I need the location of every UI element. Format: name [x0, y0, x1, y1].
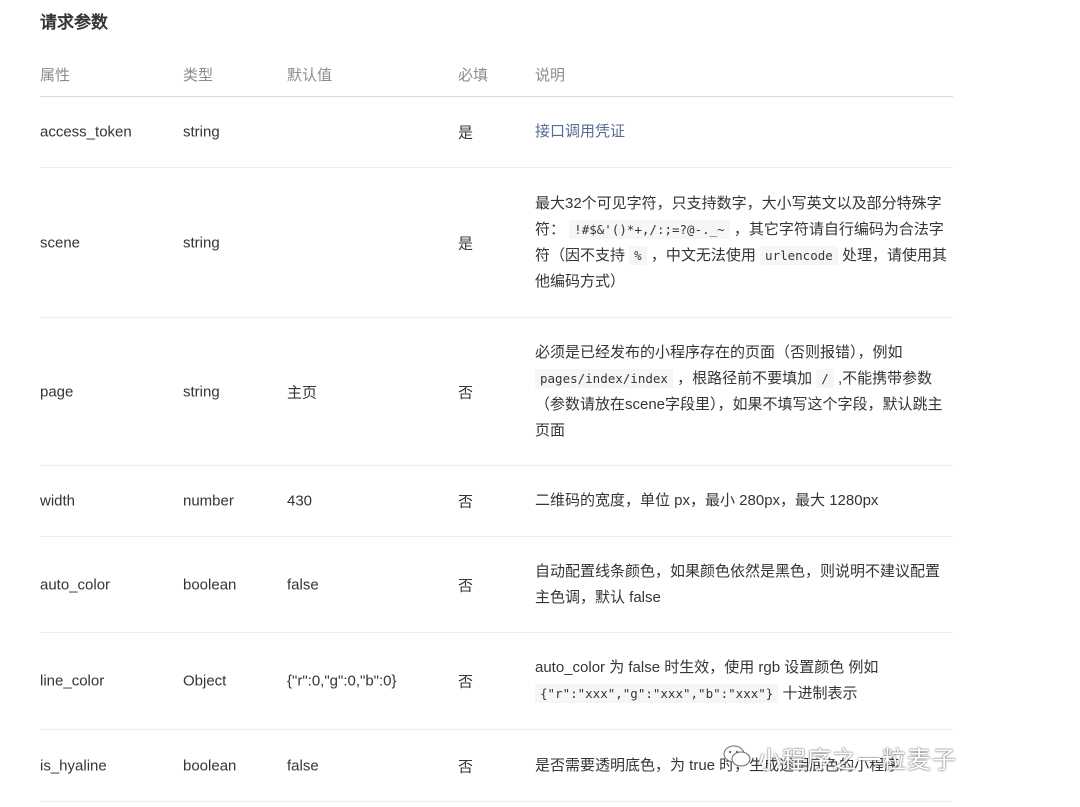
inline-code: /: [816, 368, 834, 388]
param-desc: 二维码的宽度，单位 px，最小 280px，最大 1280px: [535, 492, 879, 509]
inline-code: urlencode: [760, 245, 838, 265]
table-header: 属性 类型 默认值 必填 说明: [40, 52, 953, 97]
param-name: width: [40, 492, 76, 510]
param-required: 否: [458, 493, 474, 511]
param-type: boolean: [183, 576, 237, 593]
table-row: page string 主页 否 必须是已经发布的小程序存在的页面（否则报错），…: [40, 318, 953, 466]
param-desc: auto_color 为 false 时生效，使用 rgb 设置颜色 例如 {"…: [535, 659, 879, 703]
header-type: 类型: [183, 67, 214, 84]
param-default: {"r":0,"g":0,"b":0}: [287, 672, 397, 690]
header-desc: 说明: [535, 67, 566, 84]
header-name: 属性: [40, 67, 71, 84]
watermark-text: 小程序之一粒麦子: [757, 747, 957, 774]
param-required: 否: [458, 577, 474, 594]
param-name: access_token: [40, 123, 132, 141]
param-name: line_color: [40, 672, 105, 690]
param-type: number: [183, 492, 234, 510]
param-name: page: [40, 383, 74, 400]
param-default: false: [287, 757, 319, 774]
param-type: string: [183, 234, 220, 251]
table-row: width number 430 否 二维码的宽度，单位 px，最小 280px…: [40, 466, 953, 537]
header-default: 默认值: [287, 67, 333, 84]
param-name: is_hyaline: [40, 757, 107, 774]
table-row: line_color Object {"r":0,"g":0,"b":0} 否 …: [40, 633, 953, 730]
access-token-link[interactable]: 接口调用凭证: [535, 119, 953, 145]
param-type: string: [183, 383, 220, 400]
param-required: 否: [458, 673, 474, 691]
section-title: 请求参数: [40, 13, 108, 32]
param-name: auto_color: [40, 576, 111, 593]
table-row: access_token string 是 接口调用凭证: [40, 97, 953, 168]
inline-code: %: [629, 245, 647, 265]
inline-code: pages/index/index: [535, 368, 673, 388]
table-row: scene string 是 最大32个可见字符，只支持数字，大小写英文以及部分…: [40, 168, 953, 318]
param-type: Object: [183, 672, 227, 690]
param-default: false: [287, 576, 319, 593]
param-type: boolean: [183, 757, 237, 774]
param-desc: 最大32个可见字符，只支持数字，大小写英文以及部分特殊字符： !#$&'()*+…: [535, 194, 947, 290]
inline-code: {"r":"xxx","g":"xxx","b":"xxx"}: [535, 684, 779, 703]
header-required: 必填: [458, 67, 489, 84]
param-required: 是: [458, 235, 474, 252]
param-default: 主页: [287, 384, 318, 401]
param-type: string: [183, 123, 220, 141]
param-required: 是: [458, 124, 474, 142]
param-default: 430: [287, 492, 313, 510]
wechat-icon: [723, 745, 751, 767]
param-required: 否: [458, 384, 474, 401]
param-desc: 必须是已经发布的小程序存在的页面（否则报错），例如 pages/index/in…: [535, 343, 943, 439]
param-desc: 自动配置线条颜色，如果颜色依然是黑色，则说明不建议配置主色调，默认 false: [535, 562, 941, 606]
inline-code: !#$&'()*+,/:;=?@-._~: [569, 219, 730, 239]
table-row: auto_color boolean false 否 自动配置线条颜色，如果颜色…: [40, 537, 953, 633]
param-required: 否: [458, 758, 474, 775]
params-table: 属性 类型 默认值 必填 说明 access_token string 是 接口…: [40, 52, 953, 802]
param-name: scene: [40, 234, 81, 251]
